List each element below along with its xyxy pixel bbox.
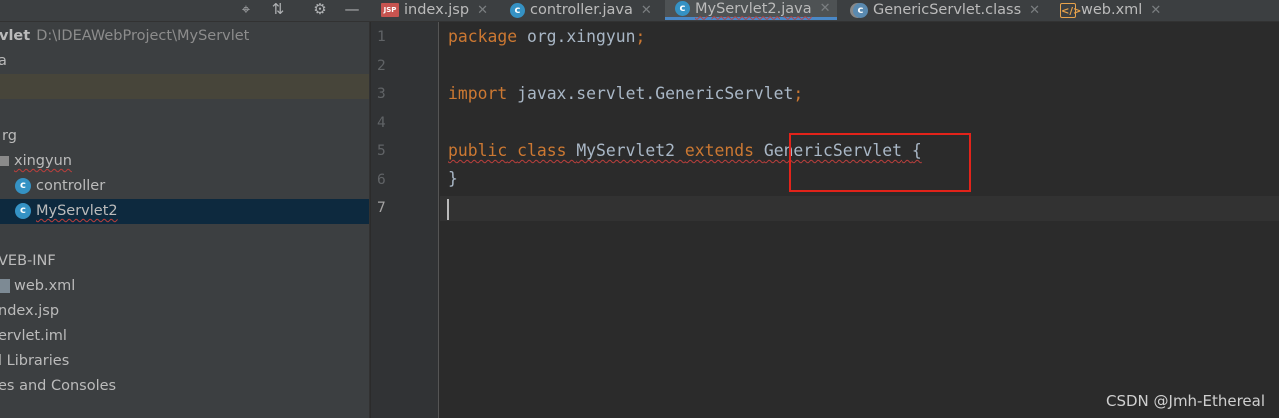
keyword: import (448, 84, 508, 103)
close-icon[interactable]: ✕ (1029, 3, 1040, 18)
tab-label: controller.java (530, 2, 633, 18)
keyword: package (448, 27, 518, 46)
tab-label: MyServlet2.java (695, 0, 812, 17)
crosshair-icon: ⌖ (241, 0, 251, 18)
tree-item-web-inf[interactable]: VEB-INF (0, 249, 368, 274)
tree-item-label: rg (2, 128, 17, 144)
current-line-highlight (440, 196, 1279, 221)
tree-item-blank[interactable] (0, 99, 369, 124)
minimize-icon: — (344, 0, 360, 18)
line-number: 4 (377, 115, 386, 131)
tree-item-index-jsp[interactable]: ndex.jsp (0, 299, 368, 324)
tab-controller-java[interactable]: c controller.java ✕ (510, 0, 652, 20)
semicolon: ; (635, 27, 646, 46)
gear-icon: ⚙ (313, 0, 327, 18)
close-icon[interactable]: ✕ (641, 3, 652, 18)
collapse-icon: ⇅ (271, 0, 285, 18)
java-class-icon: c (15, 203, 31, 219)
line-number-gutter: 1 2 3 4 5 6 7 (371, 22, 439, 418)
hide-panel-button[interactable]: — (341, 0, 363, 18)
tree-item-controller[interactable]: c controller (0, 174, 369, 199)
java-class-icon: c (510, 2, 525, 18)
tab-myservlet2-java[interactable]: c MyServlet2.java ✕ (665, 0, 837, 20)
code-text: javax.servlet.GenericServlet (507, 84, 794, 103)
code-line-1: package org.xingyun; (448, 27, 645, 46)
tab-label: GenericServlet.class (873, 2, 1022, 18)
xml-file-icon: </> (1060, 2, 1081, 18)
library-class-icon: c (853, 2, 868, 18)
tree-item-label: ervlet.iml (0, 328, 67, 344)
code-text: org.xingyun (517, 27, 636, 46)
tree-item-label: VEB-INF (0, 253, 56, 269)
tree-item-label: controller (36, 178, 106, 194)
class-name: MyServlet2 (576, 141, 675, 160)
settings-button[interactable]: ⚙ (309, 0, 331, 18)
tab-index-jsp[interactable]: JSP index.jsp ✕ (381, 0, 488, 20)
tree-item-org[interactable]: rg (2, 124, 369, 149)
tree-item-project-root[interactable]: vlet D:\IDEAWebProject\MyServlet (0, 24, 369, 49)
tree-item-label: ndex.jsp (0, 303, 60, 319)
tree-item-label: web.xml (14, 278, 76, 294)
tree-item-myservlet2[interactable]: c MyServlet2 (0, 199, 369, 224)
line-number: 2 (377, 58, 386, 74)
semicolon: ; (793, 84, 804, 103)
tree-item-label: l Libraries (0, 353, 70, 369)
project-root-name: vlet (0, 28, 31, 44)
line-number: 1 (377, 29, 386, 45)
tree-item-blank[interactable] (0, 224, 369, 249)
line-number: 5 (377, 143, 386, 159)
tree-item-label: xingyun (14, 153, 72, 169)
close-icon[interactable]: ✕ (820, 1, 831, 16)
keyword: public (448, 141, 508, 160)
java-class-icon: c (675, 1, 690, 16)
locate-file-button[interactable]: ⌖ (235, 0, 257, 18)
tree-item-external-libraries[interactable]: l Libraries (0, 349, 368, 374)
close-brace: } (448, 169, 458, 188)
watermark: CSDN @Jmh-Ethereal (1105, 392, 1265, 410)
collapse-all-button[interactable]: ⇅ (267, 0, 289, 18)
tab-web-xml[interactable]: </> web.xml ✕ (1060, 0, 1161, 20)
line-number: 3 (377, 86, 386, 102)
tab-label: web.xml (1081, 2, 1143, 18)
tab-genericservlet-class[interactable]: c GenericServlet.class ✕ (853, 0, 1040, 20)
project-root-path: D:\IDEAWebProject\MyServlet (36, 28, 250, 44)
xml-file-icon (0, 279, 10, 293)
current-line-number: 7 (377, 200, 386, 216)
editor-tab-bar: ⌖ ⇅ ⚙ — JSP index.jsp ✕ c controller.jav… (0, 0, 1279, 22)
tree-item-web-xml[interactable]: web.xml (0, 274, 369, 299)
code-line-6: } (448, 169, 458, 188)
tree-item-label: es and Consoles (0, 378, 117, 394)
close-icon[interactable]: ✕ (1150, 3, 1161, 18)
tree-item-java[interactable]: a (0, 49, 368, 74)
project-tree: vlet D:\IDEAWebProject\MyServlet a rg xin… (0, 22, 370, 418)
close-icon[interactable]: ✕ (477, 3, 488, 18)
tree-item-servlet-iml[interactable]: ervlet.iml (0, 324, 368, 349)
text-caret (447, 199, 449, 220)
tree-item-xingyun[interactable]: xingyun (0, 149, 369, 174)
keyword: extends (684, 141, 754, 160)
code-editor[interactable]: package org.xingyun; import javax.servle… (440, 22, 1279, 418)
jsp-file-icon: JSP (381, 3, 399, 17)
tree-item-highlighted[interactable] (0, 74, 369, 99)
java-class-icon: c (15, 178, 31, 194)
tree-item-label: a (0, 53, 7, 69)
tree-item-scratches-consoles[interactable]: es and Consoles (0, 374, 368, 399)
tab-label: index.jsp (404, 2, 470, 18)
package-icon (0, 156, 9, 166)
line-number: 6 (377, 172, 386, 188)
keyword: class (517, 141, 567, 160)
tree-item-label: MyServlet2 (36, 203, 118, 219)
code-line-3: import javax.servlet.GenericServlet; (448, 84, 803, 103)
annotation-highlight-box (789, 133, 971, 192)
